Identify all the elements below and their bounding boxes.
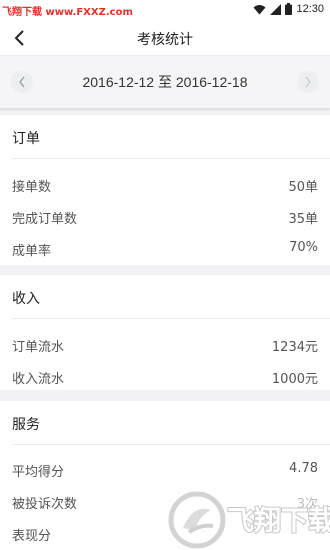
chevron-right-icon	[305, 76, 311, 88]
watermark-text: 飞翔下载 www.FXXZ.com	[2, 7, 133, 18]
order-section-title: 订单	[12, 131, 40, 147]
stat-row-order-turnover: 订单流水 1234元	[0, 328, 330, 360]
battery-icon	[285, 3, 293, 15]
date-range-label: 2016-12-12 至 2016-12-18	[82, 74, 248, 90]
row-value: 35单	[288, 212, 318, 227]
row-label: 成单率	[12, 244, 52, 259]
row-label: 表现分	[12, 529, 52, 544]
row-label: 完成订单数	[12, 212, 78, 227]
page-title: 考核统计	[137, 32, 193, 48]
stat-row-average-score: 平均得分 4.78	[0, 453, 330, 485]
svg-text:飞翔下载: 飞翔下载	[227, 506, 330, 537]
row-label: 平均得分	[12, 465, 65, 480]
row-label: 订单流水	[12, 340, 65, 355]
row-label: 接单数	[12, 180, 52, 195]
stat-row-income-turnover: 收入流水 1000元	[0, 360, 330, 392]
row-value: 50单	[288, 180, 318, 195]
status-icons: 12:30	[253, 3, 324, 15]
nav-bar: 考核统计	[0, 20, 330, 56]
row-value: 70%	[289, 240, 318, 255]
service-section-title: 服务	[12, 417, 40, 433]
stat-row-completion-rate: 成单率 70%	[0, 232, 330, 264]
income-section-header: 收入	[12, 275, 330, 319]
row-value: 1000元	[271, 372, 318, 387]
next-week-button[interactable]	[297, 71, 319, 93]
row-value: 1234元	[271, 340, 318, 355]
stat-row-orders-completed: 完成订单数 35单	[0, 200, 330, 232]
watermark-logo: 飞翔下载	[168, 491, 330, 549]
row-value: 4.78	[289, 461, 318, 476]
stat-row-orders-received: 接单数 50单	[0, 168, 330, 200]
order-section-header: 订单	[12, 115, 330, 159]
income-section-title: 收入	[12, 291, 40, 307]
status-bar: 飞翔下载 www.FXXZ.com 12:30	[0, 0, 330, 20]
service-section-header: 服务	[12, 401, 330, 445]
wifi-icon	[253, 4, 266, 14]
status-time: 12:30	[296, 3, 324, 15]
order-section: 订单 接单数 50单 完成订单数 35单 成单率 70%	[0, 115, 330, 265]
row-label: 被投诉次数	[12, 497, 78, 512]
income-section: 收入 订单流水 1234元 收入流水 1000元	[0, 275, 330, 390]
signal-icon	[270, 3, 282, 15]
date-range-bar: 2016-12-12 至 2016-12-18	[0, 56, 330, 108]
row-label: 收入流水	[12, 372, 65, 387]
